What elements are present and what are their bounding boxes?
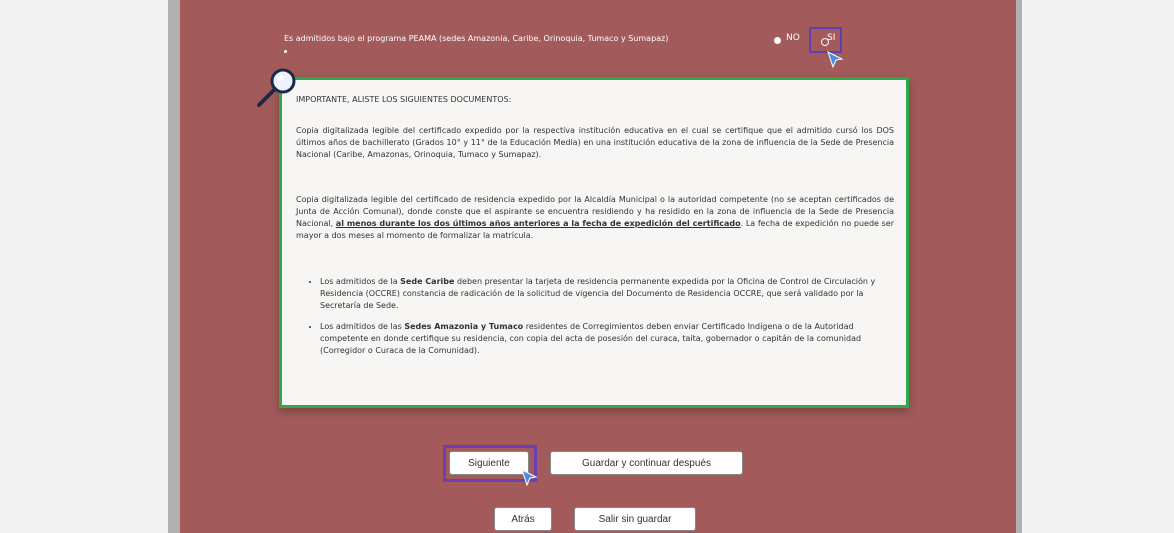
notice-list: Los admitidos de la Sede Caribe deben pr…: [296, 276, 904, 366]
paragraph-2-emphasis: al menos durante los dos últimos años an…: [335, 219, 741, 228]
radio-no[interactable]: [774, 37, 781, 44]
magnifier-icon: [257, 68, 296, 107]
list-item: Los admitidos de la Sede Caribe deben pr…: [320, 276, 904, 312]
radio-si-label[interactable]: SI: [827, 33, 835, 43]
bullet-1-text: Los admitidos de la: [320, 277, 401, 286]
cursor-icon: [827, 51, 844, 69]
bullet-2-text: Los admitidos de las: [320, 322, 405, 331]
radio-no-label[interactable]: NO: [786, 33, 800, 43]
important-notice: IMPORTANTE, ALISTE LOS SIGUIENTES DOCUME…: [279, 77, 909, 408]
bullet-1-bold: Sede Caribe: [400, 277, 455, 286]
bullet-2-bold: Sedes Amazonia y Tumaco: [404, 322, 524, 331]
required-marker: [284, 50, 287, 53]
notice-heading: IMPORTANTE, ALISTE LOS SIGUIENTES DOCUME…: [296, 95, 512, 104]
peama-question: Es admitidos bajo el programa PEAMA (sed…: [284, 34, 669, 43]
next-button[interactable]: Siguiente: [449, 451, 529, 475]
back-button[interactable]: Atrás: [494, 507, 552, 531]
save-continue-button[interactable]: Guardar y continuar después: [550, 451, 743, 475]
list-item: Los admitidos de las Sedes Amazonia y Tu…: [320, 321, 904, 357]
notice-paragraph-1: Copia digitalizada legible del certifica…: [296, 126, 894, 159]
notice-paragraph-2: Copia digitalizada legible del certifica…: [296, 194, 894, 242]
cursor-icon: [521, 469, 538, 487]
exit-without-saving-button[interactable]: Salir sin guardar: [574, 507, 696, 531]
